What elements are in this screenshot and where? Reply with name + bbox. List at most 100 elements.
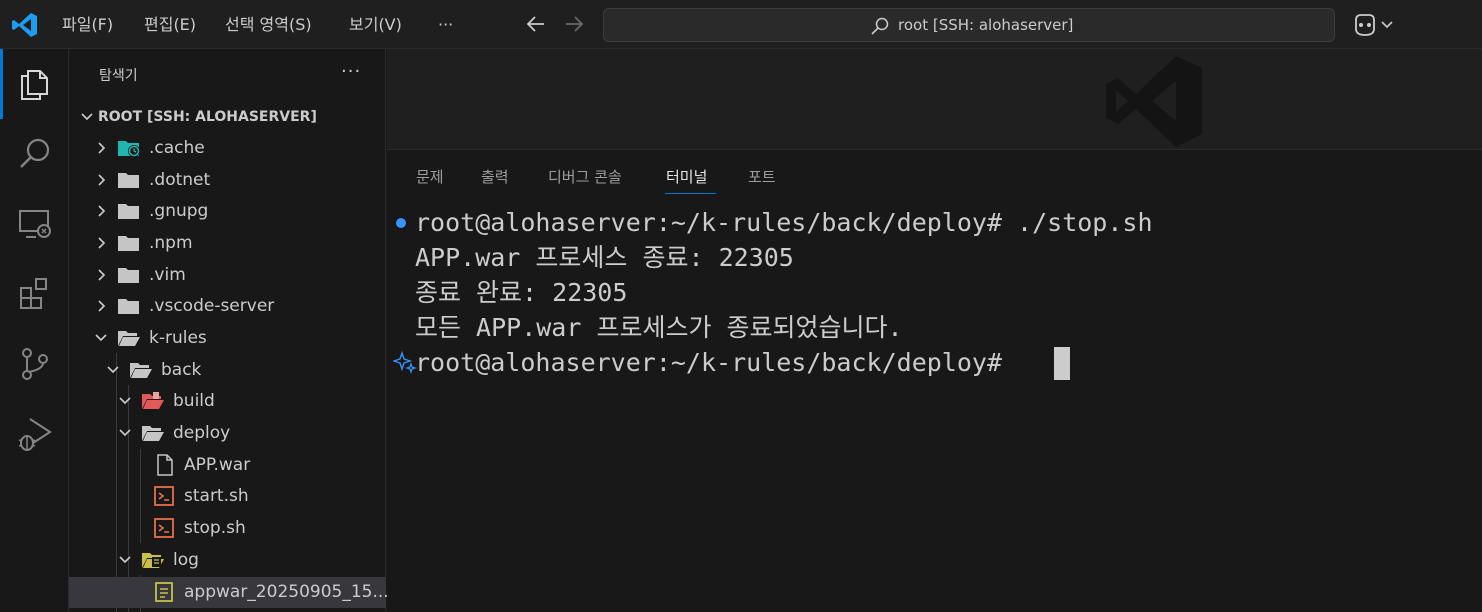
- terminal-cursor: [1054, 347, 1070, 380]
- terminal-line: 종료 완료: 22305: [415, 278, 628, 307]
- terminal-line: 모든 APP.war 프로세스가 종료되었습니다.: [415, 313, 903, 342]
- chevron-down-icon: [107, 366, 119, 374]
- chevron-right-icon: [98, 205, 106, 217]
- tree-item-k-rules[interactable]: k-rules: [69, 323, 386, 354]
- chevron-down-icon: [81, 113, 93, 121]
- tab-output[interactable]: 출력: [481, 167, 509, 187]
- tree-item-label: log: [173, 550, 199, 570]
- chevron-down-icon: [119, 556, 131, 564]
- explorer-root-header[interactable]: ROOT [SSH: ALOHASERVER]: [69, 103, 386, 131]
- tab-debug-console[interactable]: 디버그 콘솔: [548, 167, 622, 187]
- run-debug-activity-button[interactable]: [0, 399, 69, 469]
- terminal-line: root@alohaserver:~/k-rules/back/deploy# …: [415, 208, 1153, 237]
- tree-item-label: APP.war: [184, 455, 251, 475]
- chevron-right-icon: [98, 174, 106, 186]
- tab-ports[interactable]: 포트: [748, 167, 776, 187]
- menu-view[interactable]: 보기(V): [349, 13, 402, 37]
- run-debug-icon: [18, 418, 52, 451]
- tree-item-deploy[interactable]: deploy: [69, 418, 386, 449]
- folder-cache-icon: [118, 141, 140, 157]
- bottom-panel: 문제 출력 디버그 콘솔 터미널 포트 root@alohaserver:~/k…: [387, 149, 1482, 612]
- tree-item-label: back: [161, 360, 202, 380]
- back-arrow-icon[interactable]: [524, 12, 548, 36]
- tree-item-label: .dotnet: [149, 170, 211, 190]
- tree-item-app-war[interactable]: APP.war: [69, 450, 386, 481]
- shell-script-icon: [154, 486, 174, 506]
- sidebar-more-button[interactable]: ···: [341, 61, 361, 82]
- extensions-icon: [20, 278, 47, 309]
- tree-item-cache[interactable]: .cache: [69, 133, 386, 164]
- tab-problems[interactable]: 문제: [416, 167, 444, 187]
- remote-explorer-icon: [19, 210, 51, 238]
- tree-item-build[interactable]: build: [69, 386, 386, 417]
- tree-item-label: k-rules: [149, 328, 207, 348]
- search-icon: [20, 138, 50, 168]
- tree-item-label: .cache: [149, 138, 205, 158]
- tree-item-back[interactable]: back: [69, 355, 386, 386]
- tree-item-stop-sh[interactable]: stop.sh: [69, 513, 386, 544]
- remote-explorer-activity-button[interactable]: [0, 189, 69, 259]
- menu-edit[interactable]: 편집(E): [144, 13, 196, 37]
- copilot-icon[interactable]: [1350, 11, 1398, 39]
- tree-item-vim[interactable]: .vim: [69, 260, 386, 291]
- explorer-root-label: ROOT [SSH: ALOHASERVER]: [98, 109, 317, 125]
- tree-item-label: .gnupg: [149, 201, 209, 221]
- activity-bar: [0, 49, 69, 612]
- folder-log-icon: [142, 553, 164, 568]
- tree-item-label: build: [173, 391, 215, 411]
- tree-item-npm[interactable]: .npm: [69, 228, 386, 259]
- tree-item-label: .vim: [149, 265, 186, 285]
- source-control-activity-button[interactable]: [0, 329, 69, 399]
- tree-item-label: start.sh: [184, 486, 249, 506]
- vscode-logo-icon: [12, 13, 37, 37]
- title-bar: 파일(F) 편집(E) 선택 영역(S) 보기(V) ··· root [SSH…: [0, 0, 1482, 49]
- search-icon: [871, 17, 889, 35]
- chevron-right-icon: [98, 237, 106, 249]
- tree-item-log[interactable]: log: [69, 545, 386, 576]
- tree-item-gnupg[interactable]: .gnupg: [69, 196, 386, 227]
- forward-arrow-icon[interactable]: [562, 12, 586, 36]
- menu-file[interactable]: 파일(F): [62, 13, 113, 37]
- folder-icon: [118, 204, 139, 219]
- command-center-search[interactable]: root [SSH: alohaserver]: [603, 8, 1335, 42]
- sparkle-icon[interactable]: [393, 350, 417, 374]
- folder-icon: [118, 173, 139, 188]
- tree-item-label: .npm: [149, 233, 193, 253]
- tree-item-appwar-log[interactable]: appwar_20250905_15...: [69, 577, 389, 608]
- folder-open-icon: [130, 363, 152, 378]
- tree-item-label: .vscode-server: [149, 296, 275, 316]
- menu-selection[interactable]: 선택 영역(S): [225, 13, 312, 37]
- folder-open-icon: [118, 331, 140, 346]
- search-activity-button[interactable]: [0, 119, 69, 189]
- editor-area: [387, 49, 1482, 149]
- extensions-activity-button[interactable]: [0, 259, 69, 329]
- tree-item-label: appwar_20250905_15...: [184, 582, 389, 602]
- vscode-watermark-icon: [1106, 56, 1202, 147]
- tree-item-label: stop.sh: [184, 518, 246, 538]
- folder-open-icon: [142, 426, 164, 441]
- chevron-right-icon: [98, 142, 106, 154]
- log-file-icon: [155, 582, 173, 602]
- folder-build-icon: [142, 392, 164, 409]
- terminal-line: APP.war 프로세스 종료: 22305: [415, 243, 794, 272]
- chevron-down-icon: [95, 334, 107, 342]
- chevron-down-icon: [119, 397, 131, 405]
- command-status-dot: [396, 218, 406, 228]
- active-tab-indicator: [665, 193, 716, 194]
- menu-more[interactable]: ···: [438, 13, 453, 37]
- folder-icon: [118, 299, 139, 314]
- tree-item-label: deploy: [173, 423, 231, 443]
- shell-script-icon: [154, 518, 174, 538]
- tab-terminal[interactable]: 터미널: [666, 167, 707, 187]
- explorer-sidebar: 탐색기 ··· ROOT [SSH: ALOHASERVER] .cache .…: [69, 49, 389, 612]
- chevron-down-icon: [119, 429, 131, 437]
- explorer-activity-button[interactable]: [0, 49, 69, 119]
- folder-icon: [118, 236, 139, 251]
- tree-item-dotnet[interactable]: .dotnet: [69, 165, 386, 196]
- sidebar-title: 탐색기: [99, 68, 138, 84]
- tree-item-vscode-server[interactable]: .vscode-server: [69, 291, 386, 322]
- chevron-right-icon: [98, 300, 106, 312]
- terminal-prompt-line[interactable]: root@alohaserver:~/k-rules/back/deploy#: [415, 346, 1017, 380]
- search-text: root [SSH: alohaserver]: [898, 16, 1074, 34]
- tree-item-start-sh[interactable]: start.sh: [69, 481, 386, 512]
